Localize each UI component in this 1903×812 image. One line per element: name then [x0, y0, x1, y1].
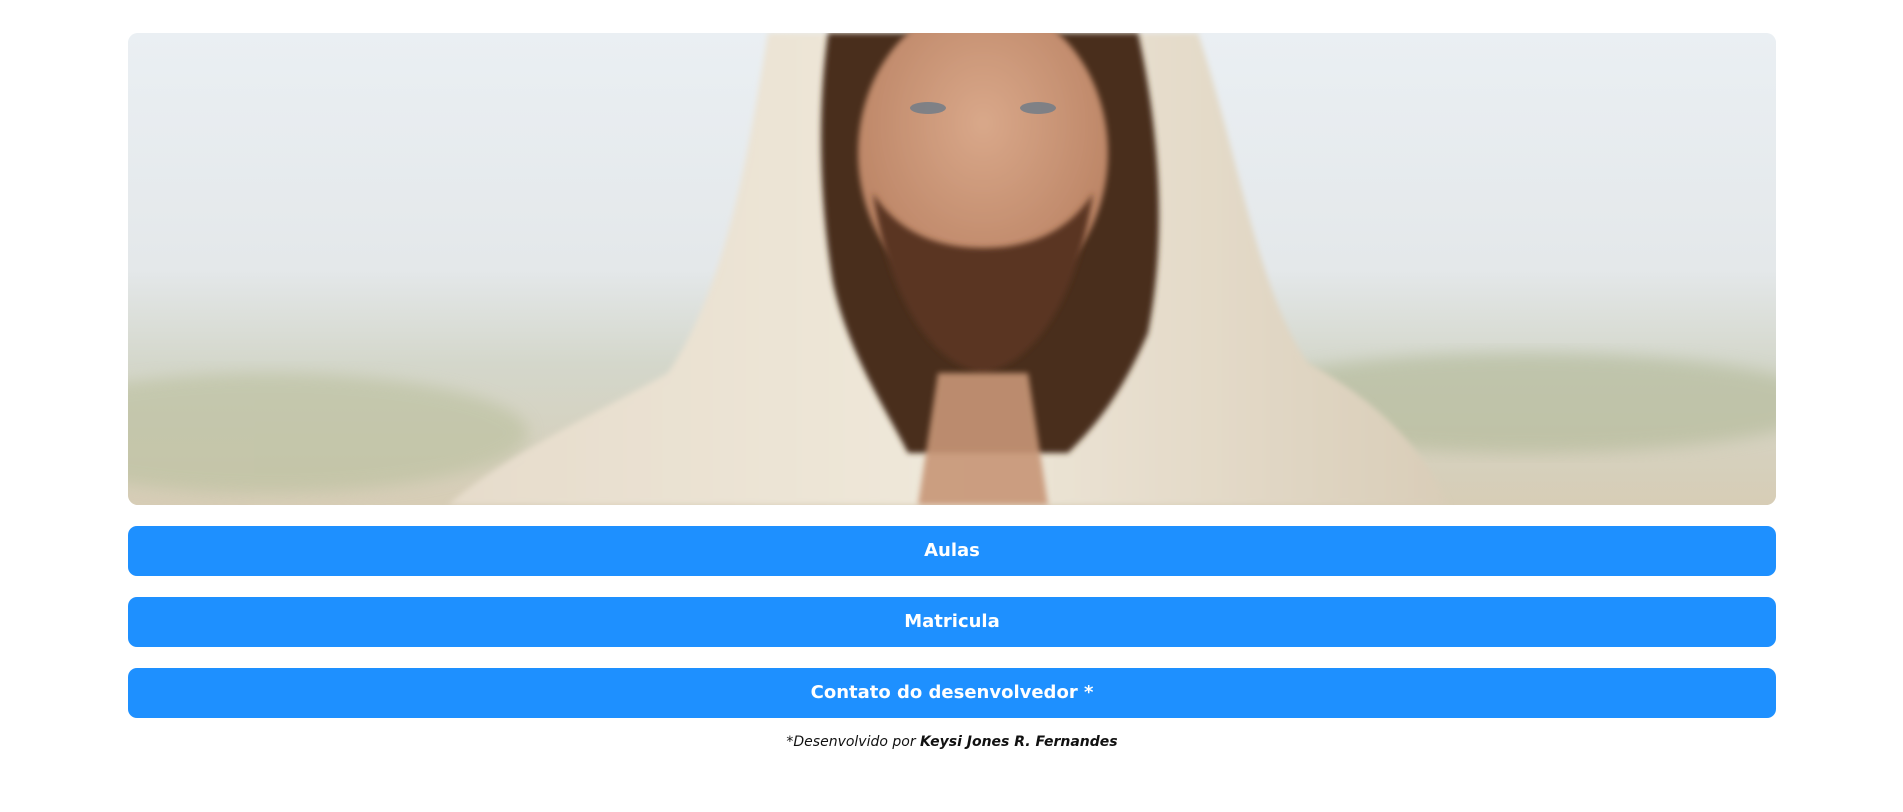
footer-author: Keysi Jones R. Fernandes: [920, 734, 1118, 750]
main-container: Aulas Matricula Contato do desenvolvedor…: [128, 33, 1776, 750]
footer-prefix: *Desenvolvido por: [786, 734, 921, 750]
hero-image: [128, 33, 1776, 505]
footer-credit: *Desenvolvido por Keysi Jones R. Fernand…: [128, 734, 1776, 750]
hero-photo-illustration: [128, 33, 1776, 505]
contato-desenvolvedor-button[interactable]: Contato do desenvolvedor *: [128, 668, 1776, 718]
matricula-button[interactable]: Matricula: [128, 597, 1776, 647]
aulas-button[interactable]: Aulas: [128, 526, 1776, 576]
